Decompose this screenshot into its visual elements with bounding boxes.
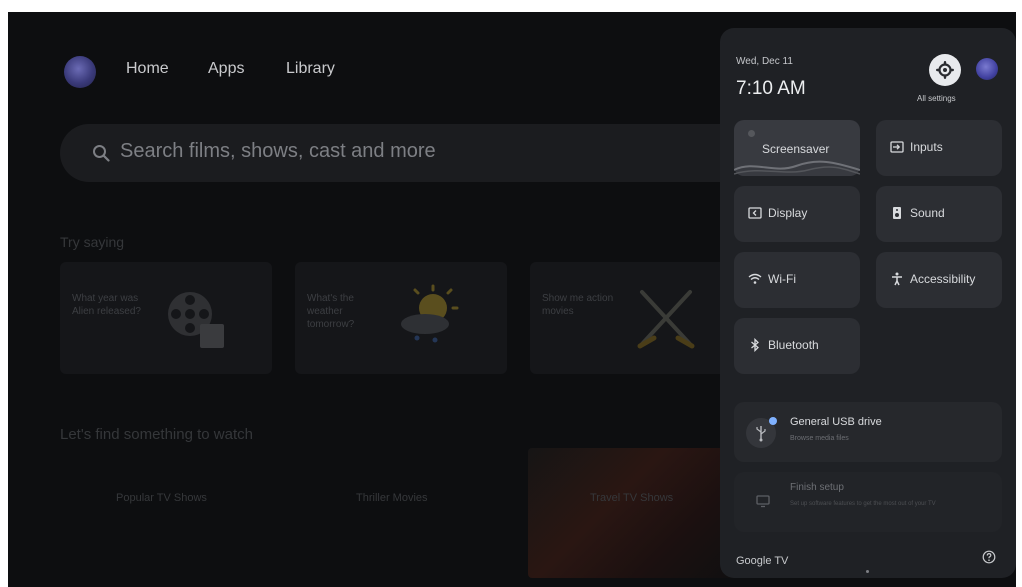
search-icon xyxy=(93,145,110,162)
google-tv-label: Google TV xyxy=(736,555,789,567)
suggestion-card[interactable]: Show me action movies xyxy=(530,262,742,374)
bluetooth-icon xyxy=(751,338,759,352)
shelf-label[interactable]: Travel TV Shows xyxy=(590,492,673,504)
inputs-icon xyxy=(890,141,904,153)
tile-accessibility[interactable]: Accessibility xyxy=(876,252,1002,308)
finish-setup-card[interactable]: Finish setup Set up software features to… xyxy=(734,472,1002,532)
tile-sound[interactable]: Sound xyxy=(876,186,1002,242)
setup-tv-icon xyxy=(756,495,770,508)
suggestion-text: What year was Alien released? xyxy=(72,293,141,317)
usb-subtitle: Browse media files xyxy=(790,435,849,442)
tv-screen: Home Apps Library Search films, shows, c… xyxy=(8,12,1016,587)
accessibility-icon xyxy=(892,272,902,286)
try-saying-title: Try saying xyxy=(60,234,125,250)
find-something-title: Let's find something to watch xyxy=(60,426,253,443)
finish-setup-subtitle: Set up software features to get the most… xyxy=(790,501,936,507)
tile-label: Bluetooth xyxy=(768,338,819,352)
tile-inputs[interactable]: Inputs xyxy=(876,120,1002,176)
wifi-icon xyxy=(748,273,762,284)
clock: 7:10 AM xyxy=(736,78,806,99)
suggestion-card[interactable]: What's the weather tomorrow? xyxy=(295,262,507,374)
weather-icon xyxy=(401,284,459,343)
tile-label: Display xyxy=(768,206,808,220)
nav-home[interactable]: Home xyxy=(126,60,169,78)
tile-label: Sound xyxy=(910,206,945,220)
scroll-indicator xyxy=(866,570,869,573)
usb-title: General USB drive xyxy=(790,416,882,428)
finish-setup-title: Finish setup xyxy=(790,482,844,493)
wave-graphic xyxy=(734,160,860,175)
help-icon[interactable] xyxy=(982,550,996,564)
film-reel-icon xyxy=(168,292,224,348)
profile-avatar[interactable] xyxy=(64,56,96,88)
speaker-icon xyxy=(893,207,901,219)
usb-icon xyxy=(746,417,777,448)
search-bar[interactable]: Search films, shows, cast and more xyxy=(60,124,760,182)
notification-dot xyxy=(769,417,777,425)
account-avatar[interactable] xyxy=(976,58,998,80)
all-settings-button[interactable] xyxy=(929,54,961,86)
display-icon xyxy=(748,207,762,219)
suggestion-text: Show me action movies xyxy=(542,293,614,317)
tile-display[interactable]: Display xyxy=(734,186,860,242)
suggestion-text: What's the weather tomorrow? xyxy=(307,293,355,330)
nav-library[interactable]: Library xyxy=(286,60,335,78)
nav-apps[interactable]: Apps xyxy=(208,60,244,78)
quick-settings-panel: Wed, Dec 11 7:10 AM All settings Screens… xyxy=(720,28,1016,578)
tile-label: Wi-Fi xyxy=(768,272,796,286)
suggestion-card[interactable]: What year was Alien released? xyxy=(60,262,272,374)
gear-icon xyxy=(936,61,954,79)
search-placeholder: Search films, shows, cast and more xyxy=(120,140,436,162)
date-label: Wed, Dec 11 xyxy=(736,56,793,67)
shelf-label[interactable]: Popular TV Shows xyxy=(116,492,207,504)
tile-label: Screensaver xyxy=(762,142,830,156)
tile-wifi[interactable]: Wi-Fi xyxy=(734,252,860,308)
tile-label: Inputs xyxy=(910,140,943,154)
tile-screensaver[interactable]: Screensaver xyxy=(734,120,860,176)
all-settings-label: All settings xyxy=(917,94,956,103)
usb-drive-card[interactable]: General USB drive Browse media files xyxy=(734,402,1002,462)
tile-bluetooth[interactable]: Bluetooth xyxy=(734,318,860,374)
screensaver-icon xyxy=(748,130,755,137)
crossed-swords-icon xyxy=(637,290,695,349)
tile-label: Accessibility xyxy=(910,272,976,286)
shelf-label[interactable]: Thriller Movies xyxy=(356,492,428,504)
content-thumbnail[interactable] xyxy=(528,448,743,578)
